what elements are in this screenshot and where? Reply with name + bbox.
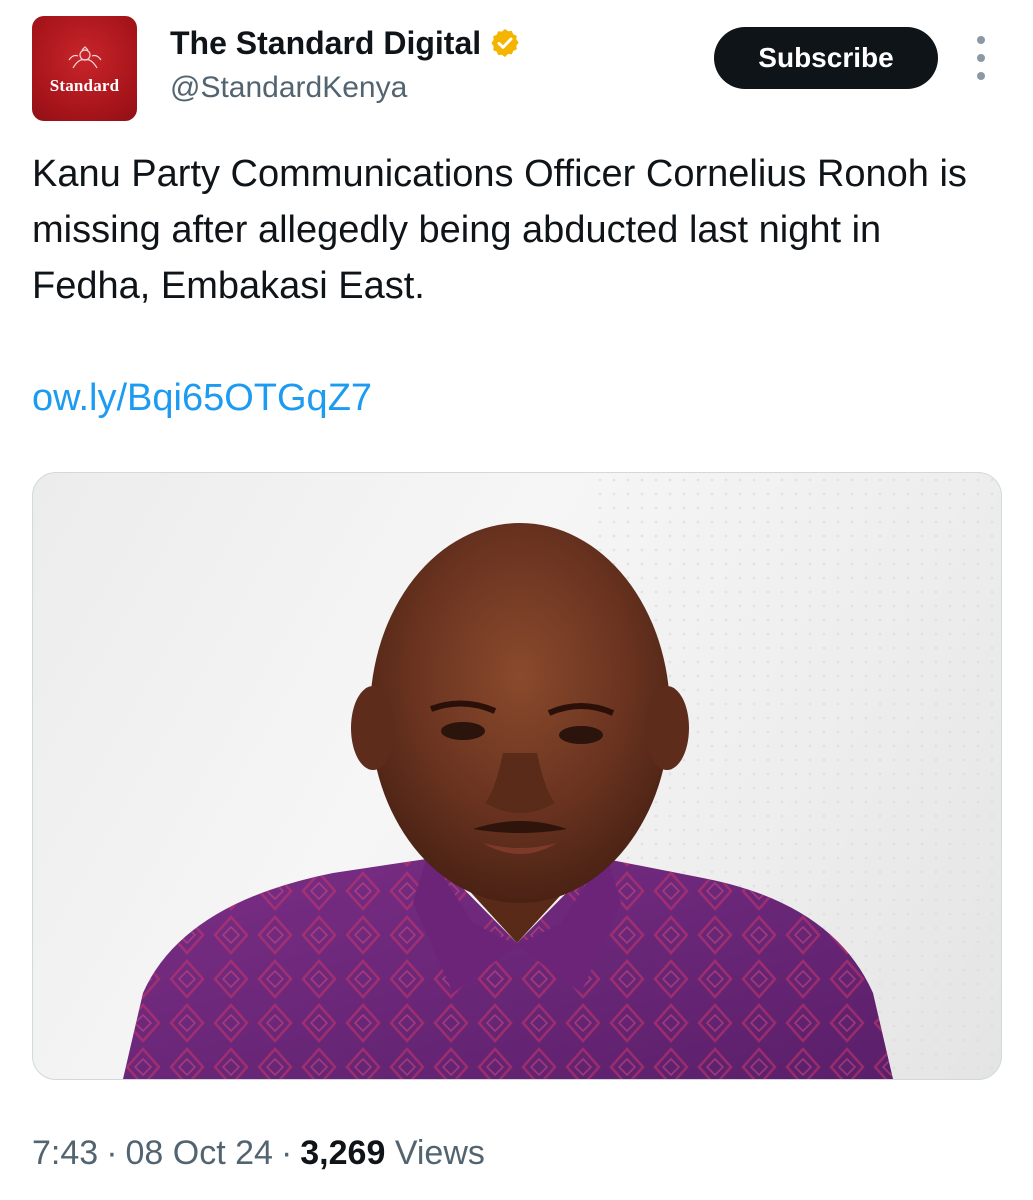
more-vertical-icon[interactable] [966,36,996,80]
tweet-media-image[interactable] [32,472,1002,1080]
verified-badge-icon[interactable] [489,27,521,59]
crest-logo-icon [68,45,101,68]
tweet-link[interactable]: ow.ly/Bqi65OTGqZ7 [32,370,372,426]
subscribe-button[interactable]: Subscribe [714,27,938,89]
display-name[interactable]: The Standard Digital [170,22,481,64]
tweet-card: Standard The Standard Digital @StandardK… [0,0,1033,1200]
account-handle[interactable]: @StandardKenya [170,68,521,108]
tweet-date[interactable]: 08 Oct 24 [126,1134,273,1172]
avatar-brand-text: Standard [49,75,120,95]
meta-separator: · [106,1134,118,1172]
portrait-photo [123,473,1001,1079]
views-label[interactable]: Views [395,1134,485,1172]
meta-separator: · [280,1134,293,1172]
tweet-text: Kanu Party Communications Officer Cornel… [32,153,967,307]
tweet-meta: 7:43 · 08 Oct 24 · 3,269 Views [32,1128,485,1178]
more-dot [977,54,985,62]
more-dot [977,72,985,80]
display-name-row: The Standard Digital [170,22,521,64]
tweet-time[interactable]: 7:43 [32,1134,98,1172]
avatar[interactable]: Standard [32,16,137,121]
views-count[interactable]: 3,269 [300,1134,385,1172]
more-dot [977,36,985,44]
account-info: The Standard Digital @StandardKenya [170,22,521,108]
